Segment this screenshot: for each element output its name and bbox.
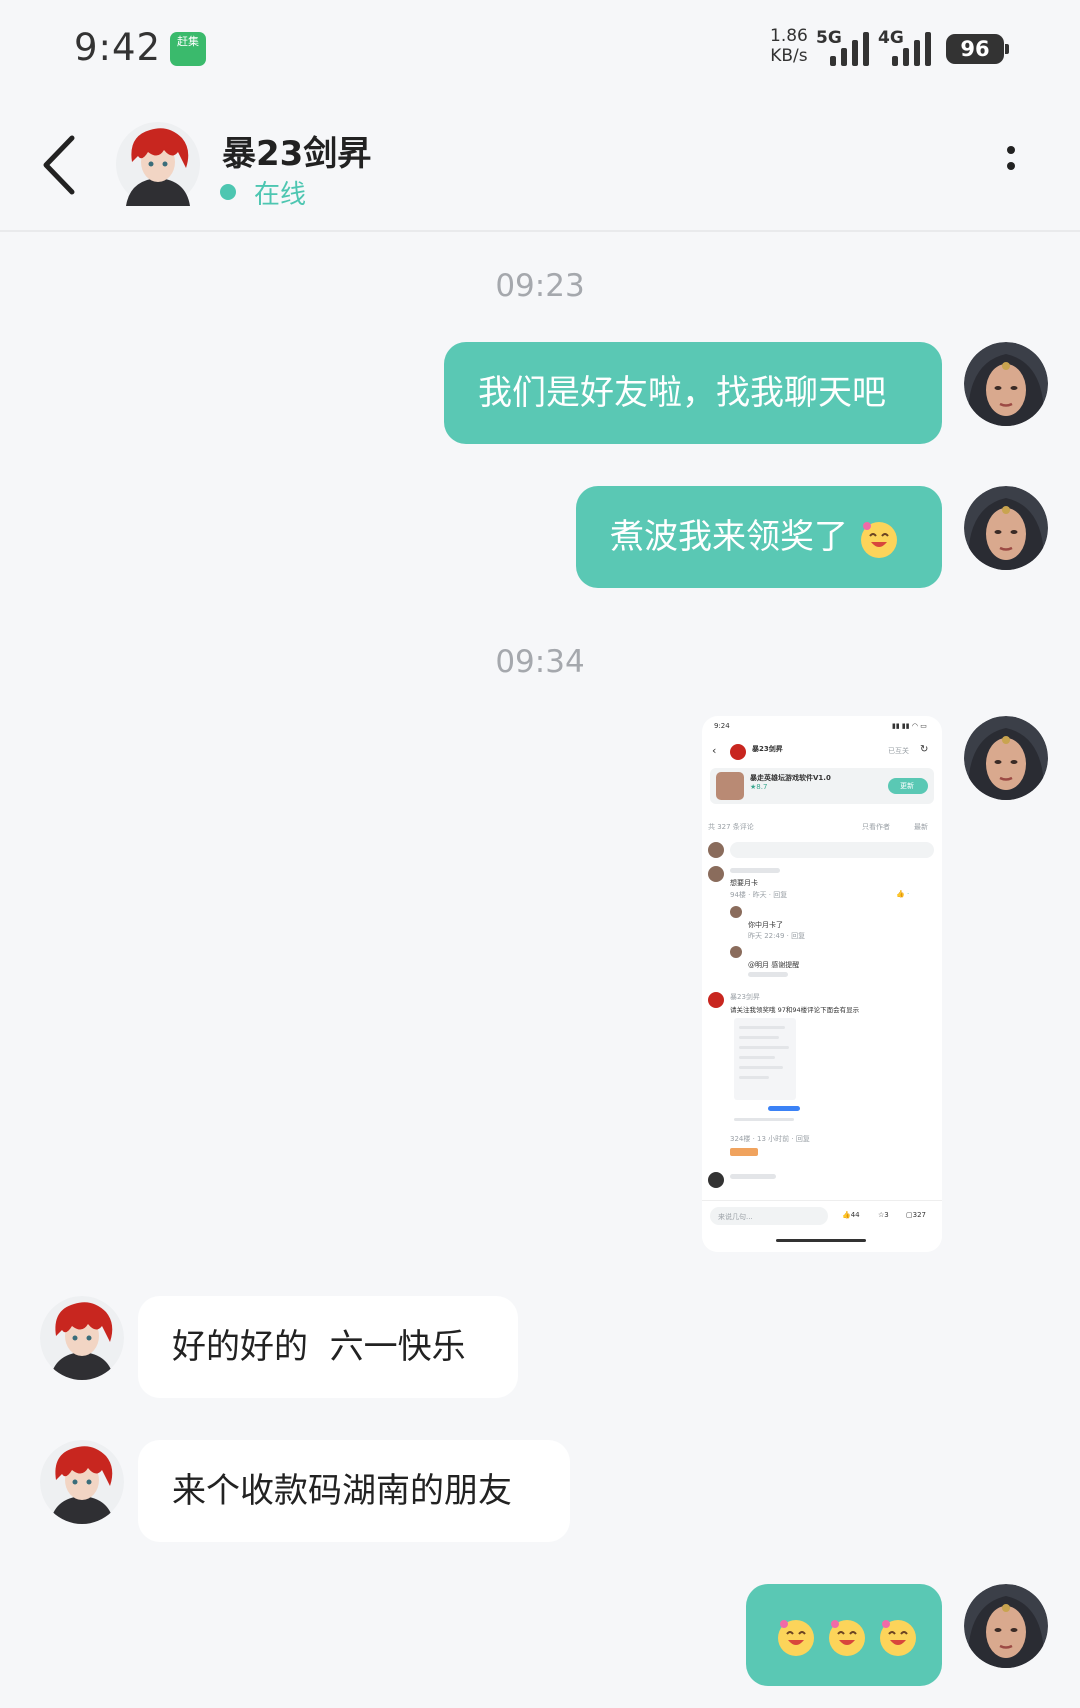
shot-c3-text: @明月 感谢提醒 <box>748 961 800 969</box>
shot-c4-text: 请关注我领奖哦 97和94楼评论下面会有显示 <box>730 1006 860 1014</box>
smiling-emoji-icon <box>828 1619 865 1656</box>
shot-c1-text: 想要月卡 <box>730 879 758 887</box>
shot-input-placeholder: 来说几句... <box>718 1213 753 1221</box>
app-notification-icon: 赶集 <box>170 32 206 66</box>
shot-avatar <box>730 906 742 918</box>
online-status: 在线 <box>254 180 307 210</box>
chat-header: 暴23剑昇 在线 <box>0 100 1080 232</box>
shot-software-card: 暴走英雄坛游戏软件V1.0 ★8.7 更新 <box>710 768 934 804</box>
my-avatar[interactable] <box>964 486 1048 570</box>
timestamp: 09:34 <box>495 644 585 680</box>
smiling-emoji-icon <box>778 1619 814 1656</box>
shot-c4-meta: 324楼 · 13 小时前 · 回复 <box>730 1135 810 1143</box>
shot-only-author: 只看作者 <box>862 823 890 831</box>
shot-author-avatar <box>730 744 746 760</box>
shot-c1-meta: 94楼 · 昨天 · 回复 <box>730 891 788 899</box>
my-avatar[interactable] <box>964 342 1048 426</box>
smiling-emoji-icon <box>860 521 897 558</box>
shot-software-title: 暴走英雄坛游戏软件V1.0 <box>750 774 831 782</box>
message-bubble-received[interactable]: 来个收款码湖南的朋友 <box>138 1440 570 1542</box>
shot-bottom-bar: 来说几句... 👍44 ☆3 ▢327 <box>702 1200 942 1252</box>
signal-4g-icon <box>892 30 932 66</box>
shot-avatar <box>730 946 742 958</box>
contact-avatar[interactable] <box>116 122 200 206</box>
message-bubble-received[interactable]: 好的好的 六一快乐 <box>138 1296 518 1398</box>
shot-c2-meta: 昨天 22:49 · 回复 <box>748 932 806 940</box>
shot-home-indicator <box>776 1239 866 1242</box>
shot-status-icons: ▮▮ ▮▮ ◠ ▭ <box>892 722 927 730</box>
contact-avatar[interactable] <box>40 1440 124 1524</box>
more-dot-icon <box>1007 146 1015 154</box>
shot-avatar <box>708 866 724 882</box>
shot-rating: ★8.7 <box>750 783 768 791</box>
shot-comments-count: 共 327 条评论 <box>708 823 754 831</box>
shot-comment-count: ▢327 <box>906 1211 926 1219</box>
image-message[interactable]: 9:24 ▮▮ ▮▮ ◠ ▭ ‹ 暴23剑昇 已互关 ↻ 暴走英雄坛游戏软件V1… <box>702 716 942 1252</box>
shot-c4-author: 暴23剑昇 <box>730 993 760 1001</box>
back-button[interactable] <box>36 130 90 200</box>
message-bubble-sent[interactable]: 我们是好友啦，找我聊天吧 <box>444 342 942 444</box>
status-time: 9:42 <box>74 26 162 69</box>
signal-5g-icon <box>830 30 870 66</box>
more-options-button[interactable] <box>996 138 1026 192</box>
shot-comment-input <box>730 842 934 858</box>
my-avatar[interactable] <box>964 716 1048 800</box>
battery-icon: 96 <box>946 34 1009 64</box>
shot-avatar <box>708 992 724 1008</box>
shot-update-button: 更新 <box>888 778 928 794</box>
shot-back-icon: ‹ <box>712 744 717 757</box>
network-speed: 1.86 KB/s <box>770 26 808 66</box>
shot-avatar <box>708 1172 724 1188</box>
shot-time: 9:24 <box>714 722 730 730</box>
shot-like-count: 👍44 <box>842 1211 860 1219</box>
message-bubble-sent[interactable] <box>746 1584 942 1686</box>
message-bubble-sent[interactable]: 煮波我来领奖了 <box>576 486 942 588</box>
more-dot-icon <box>1007 162 1015 170</box>
smiling-emoji-icon <box>879 1619 916 1656</box>
shot-author: 暴23剑昇 <box>752 745 783 753</box>
shot-c2-text: 你中月卡了 <box>748 921 783 929</box>
contact-name: 暴23剑昇 <box>222 134 372 174</box>
shot-newest: 最新 <box>914 823 928 831</box>
shot-followed: 已互关 <box>888 747 909 755</box>
shot-refresh-icon: ↻ <box>920 744 929 755</box>
contact-avatar[interactable] <box>40 1296 124 1380</box>
timestamp: 09:23 <box>495 268 585 304</box>
online-indicator <box>220 184 236 200</box>
shot-software-icon <box>716 772 744 800</box>
shot-embedded-image <box>734 1018 796 1100</box>
shot-star-count: ☆3 <box>878 1211 889 1219</box>
my-avatar[interactable] <box>964 1584 1048 1668</box>
status-bar: 9:42 赶集 1.86 KB/s 5G 4G 96 <box>0 0 1080 100</box>
shot-like-icon: 👍 · <box>896 890 910 898</box>
chevron-left-icon <box>43 135 75 195</box>
shot-avatar <box>708 842 724 858</box>
